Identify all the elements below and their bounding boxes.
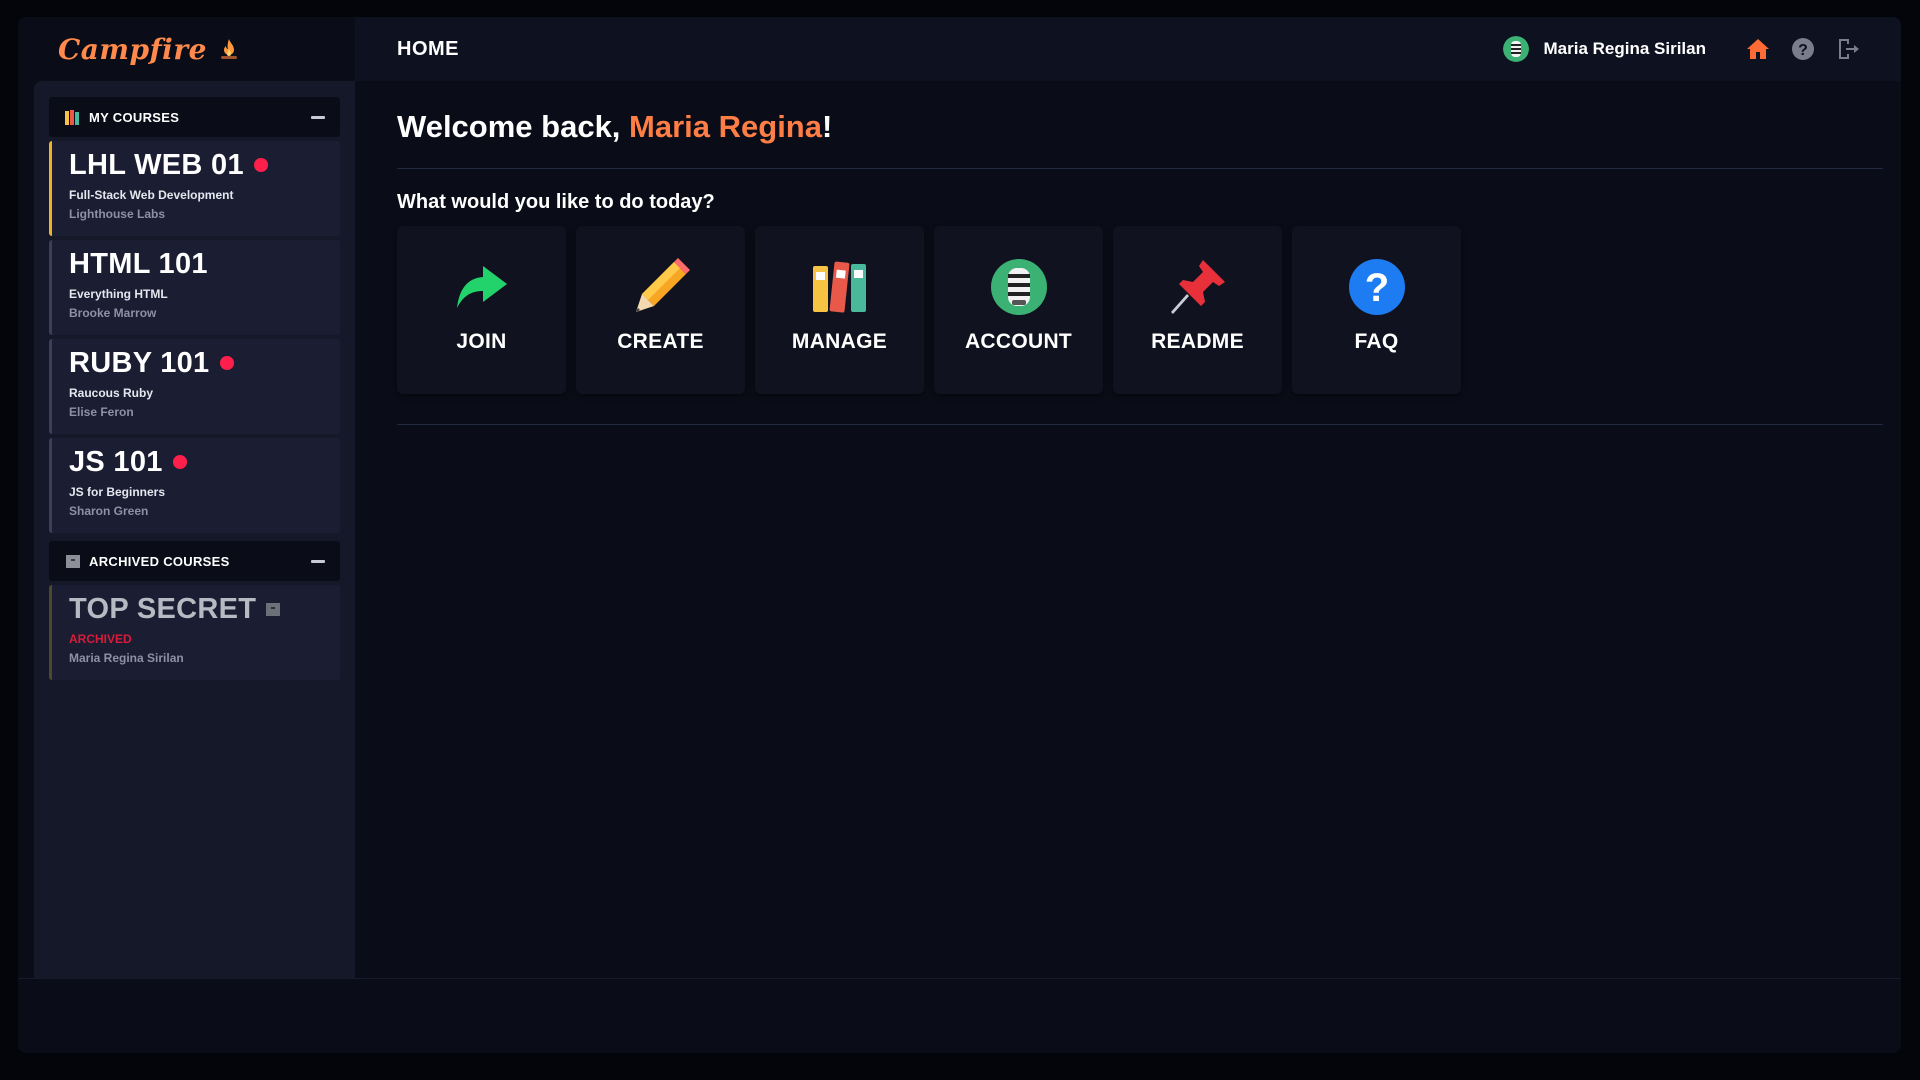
zebra-icon <box>990 259 1047 315</box>
welcome-prefix: Welcome back, <box>397 109 630 144</box>
manage-button[interactable]: MANAGE <box>755 226 924 394</box>
campfire-flame-icon <box>220 39 237 59</box>
sidebar: MY COURSES LHL WEB 01 Full-Stack Web Dev… <box>34 81 355 978</box>
readme-button[interactable]: README <box>1113 226 1282 394</box>
archive-box-icon <box>66 554 80 568</box>
action-label: JOIN <box>456 330 507 353</box>
course-description: Full-Stack Web Development <box>69 188 234 202</box>
archived-courses-title: ARCHIVED COURSES <box>89 553 230 569</box>
course-item-lhl-web-01[interactable]: LHL WEB 01 Full-Stack Web Development Li… <box>49 141 340 236</box>
archive-box-icon <box>266 602 281 616</box>
course-owner: Maria Regina Sirilan <box>69 651 184 665</box>
user-name[interactable]: Maria Regina Sirilan <box>1544 39 1707 59</box>
svg-text:?: ? <box>1364 266 1388 310</box>
help-icon[interactable]: ? <box>1790 36 1816 62</box>
notification-dot <box>253 158 268 172</box>
main-content: Welcome back, Maria Regina! What would y… <box>355 81 1901 978</box>
action-label: CREATE <box>617 330 704 353</box>
prompt-text: What would you like to do today? <box>397 191 715 213</box>
course-title: LHL WEB 01 <box>69 148 244 181</box>
my-courses-header: MY COURSES <box>49 97 340 137</box>
minus-icon <box>311 115 325 119</box>
join-button[interactable]: JOIN <box>397 226 566 394</box>
course-item-top-secret[interactable]: TOP SECRET ARCHIVED Maria Regina Sirilan <box>49 585 340 680</box>
archived-status-label: ARCHIVED <box>69 632 132 646</box>
minus-icon <box>311 559 325 563</box>
account-button[interactable]: ACCOUNT <box>934 226 1103 394</box>
course-description: JS for Beginners <box>69 485 166 499</box>
faq-button[interactable]: ? FAQ <box>1292 226 1461 394</box>
left-column: Campfire MY COURSES LHL WEB 01 Full-Stac… <box>18 17 355 978</box>
share-arrow-icon <box>456 266 507 308</box>
question-icon: ? <box>1348 259 1405 315</box>
app-logo[interactable]: Campfire <box>58 33 207 66</box>
pencil-icon <box>635 258 690 312</box>
welcome-suffix: ! <box>821 109 833 144</box>
top-bar: HOME Maria Regina Sirilan ? <box>355 17 1901 81</box>
course-title: RUBY 101 <box>69 346 210 379</box>
action-label: ACCOUNT <box>964 330 1073 353</box>
course-item-html-101[interactable]: HTML 101 Everything HTML Brooke Marrow <box>49 240 340 335</box>
page-title: HOME <box>397 37 459 60</box>
binders-icon <box>812 261 866 313</box>
action-grid: JOIN CREATE MANAGE ACCOUNT README ? FAQ <box>397 226 1859 396</box>
welcome-name: Maria Regina <box>629 109 822 144</box>
divider <box>397 424 1883 425</box>
course-title: JS 101 <box>69 445 163 478</box>
course-title: TOP SECRET <box>69 592 257 625</box>
logout-icon[interactable] <box>1835 36 1861 62</box>
course-owner: Elise Feron <box>69 405 134 419</box>
pushpin-icon <box>1170 260 1225 314</box>
my-courses-title: MY COURSES <box>89 109 180 125</box>
welcome-heading: Welcome back, Maria Regina! <box>397 109 1859 149</box>
course-description: Raucous Ruby <box>69 386 154 400</box>
user-menu: Maria Regina Sirilan ? <box>1502 17 1862 81</box>
course-owner: Brooke Marrow <box>69 306 157 320</box>
action-label: FAQ <box>1354 330 1399 353</box>
home-icon[interactable] <box>1745 36 1771 62</box>
create-button[interactable]: CREATE <box>576 226 745 394</box>
footer <box>18 978 1901 1053</box>
collapse-my-courses-button[interactable] <box>310 109 326 125</box>
course-owner: Sharon Green <box>69 504 149 518</box>
course-owner: Lighthouse Labs <box>69 207 165 221</box>
divider <box>397 168 1883 169</box>
app-window: Campfire MY COURSES LHL WEB 01 Full-Stac… <box>18 17 1901 1053</box>
notification-dot <box>219 356 234 370</box>
course-description: Everything HTML <box>69 287 168 301</box>
svg-text:?: ? <box>1798 42 1808 59</box>
course-item-js-101[interactable]: JS 101 JS for Beginners Sharon Green <box>49 438 340 533</box>
books-icon <box>65 109 79 125</box>
logo-bar: Campfire <box>18 17 355 81</box>
collapse-archived-courses-button[interactable] <box>310 553 326 569</box>
zebra-avatar-icon[interactable] <box>1502 36 1529 62</box>
course-title: HTML 101 <box>69 247 208 280</box>
action-label: README <box>1151 330 1244 353</box>
notification-dot <box>172 455 187 469</box>
action-label: MANAGE <box>791 330 888 353</box>
course-item-ruby-101[interactable]: RUBY 101 Raucous Ruby Elise Feron <box>49 339 340 434</box>
archived-courses-header: ARCHIVED COURSES <box>49 541 340 581</box>
